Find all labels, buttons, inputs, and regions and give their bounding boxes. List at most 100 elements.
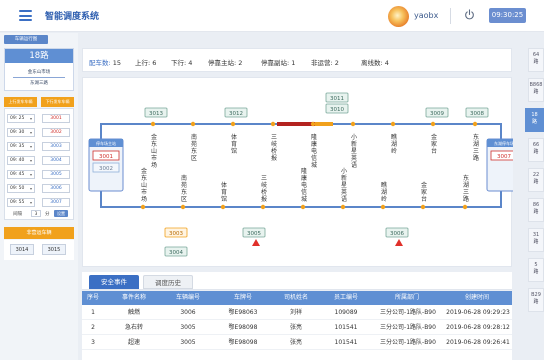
- bus-input[interactable]: 3001: [42, 114, 70, 123]
- col-index: 序号: [86, 294, 99, 301]
- divider: [450, 8, 451, 24]
- schedule-list: 09: 25 ▾ 3001 09: 30 ▾ 3002 09: 35 ▾ 3003 0…: [4, 108, 74, 220]
- main-station-title: 停车场主站: [96, 140, 116, 146]
- down-bus-number: 3004: [169, 250, 183, 256]
- bus-input[interactable]: 3003: [42, 142, 70, 151]
- cell-created: 2019-06-28 09:28:12: [446, 324, 510, 331]
- route-tab[interactable]: 66 路: [528, 138, 544, 162]
- stop-dot: [420, 204, 426, 210]
- route-destination: 东湖三路: [30, 81, 48, 86]
- nonop-header: 非营运车辆: [4, 227, 74, 239]
- sub-station-title: 东湖停车场: [494, 140, 513, 146]
- up-stop-label: 瞧湖岭: [391, 133, 397, 155]
- nonop-bus[interactable]: 3015: [42, 244, 66, 255]
- interval-set-button[interactable]: 设置: [54, 210, 68, 217]
- route-tab[interactable]: 22 路: [528, 168, 544, 192]
- table-row[interactable]: 2 急右转 3005 鄂E98098 张亮 101541 三分公司-1路队-B9…: [82, 321, 512, 335]
- route-tabs: 64 路 B868 路 18 路 66 路 22 路 86 路 31 路 5 路 B29 路: [525, 48, 544, 360]
- down-stop-label: 体育馆: [221, 181, 227, 203]
- cell-department: 三分公司-1路队-B90: [380, 339, 436, 346]
- up-stop-label: 南苑东区: [191, 133, 197, 162]
- route-tab[interactable]: B29 路: [528, 288, 544, 312]
- down-stop-label: 南苑东区: [181, 174, 187, 203]
- time-select[interactable]: 09: 25 ▾: [7, 114, 35, 123]
- schedule-row: 09: 30 ▾ 3002: [5, 126, 73, 139]
- nonop-bus[interactable]: 3014: [10, 244, 34, 255]
- cell-driver: 张亮: [289, 324, 302, 331]
- stop-dot: [140, 204, 146, 210]
- route-tab[interactable]: 5路: [528, 258, 544, 282]
- up-bus-number: 3012: [229, 111, 243, 117]
- stat-sub-station: 停靠副站: 1: [261, 59, 296, 67]
- main-station-bus-number: 3001: [99, 154, 113, 160]
- avatar[interactable]: [388, 6, 409, 27]
- schedule-row: 09: 55 ▾ 3007: [5, 196, 73, 209]
- route-arrow: [13, 77, 65, 78]
- cell-vehicle: 3006: [180, 309, 196, 316]
- stop-dot: [180, 204, 186, 210]
- cell-event: 触燃: [127, 309, 140, 316]
- power-icon[interactable]: [464, 9, 475, 20]
- bus-input[interactable]: 3006: [42, 184, 70, 193]
- down-bus-number: 3005: [247, 231, 261, 237]
- cell-index: 1: [91, 309, 95, 316]
- interval-unit: 分: [45, 212, 50, 217]
- col-employee: 员工编号: [333, 294, 358, 301]
- run-chart-tag[interactable]: 车辆运行图: [4, 35, 48, 44]
- down-stop-label: 瞧湖岭: [381, 181, 387, 203]
- route-tab[interactable]: 86 路: [528, 198, 544, 222]
- cell-created: 2019-06-28 09:29:23: [446, 309, 510, 316]
- sub-station-bus-number: 3007: [497, 154, 511, 160]
- bus-input[interactable]: 3004: [42, 156, 70, 165]
- bus-input[interactable]: 3005: [42, 170, 70, 179]
- stat-down: 下行: 4: [171, 59, 193, 67]
- time-select[interactable]: 09: 40 ▾: [7, 156, 35, 165]
- interval-input[interactable]: 3: [31, 210, 41, 217]
- table-row[interactable]: 3 超速 3005 鄂E98098 张亮 101541 三分公司-1路队-B90…: [82, 336, 512, 350]
- cell-created: 2019-06-28 09:26:41: [446, 339, 510, 346]
- time-select[interactable]: 09: 55 ▾: [7, 198, 35, 207]
- cell-employee: 101541: [334, 324, 358, 331]
- cell-department: 三分公司-1路队-B90: [380, 324, 436, 331]
- cell-driver: 张亮: [289, 339, 302, 346]
- time-select[interactable]: 09: 45 ▾: [7, 170, 35, 179]
- table-row[interactable]: 1 触燃 3006 鄂E98063 刘祥 109089 三分公司-1路队-B90…: [82, 306, 512, 320]
- schedule-row: 09: 50 ▾ 3006: [5, 182, 73, 195]
- nonop-list: 3014 3015: [4, 240, 74, 260]
- tab-safety-events[interactable]: 安全事件: [89, 275, 139, 289]
- schedule-row: 09: 45 ▾ 3005: [5, 168, 73, 181]
- bus-input[interactable]: 3007: [42, 198, 70, 207]
- up-bus-number: 3009: [430, 111, 444, 117]
- username[interactable]: yaobx: [414, 11, 438, 20]
- route-tab[interactable]: 18 路: [525, 108, 544, 132]
- stop-dot: [340, 204, 346, 210]
- stop-dot: [220, 204, 226, 210]
- stat-main-station: 停靠主站: 2: [208, 59, 243, 67]
- route-card: 18路 金东山市场 东湖三路: [4, 48, 74, 91]
- alert-icon: [395, 239, 403, 246]
- down-departure-header: 下行发车车辆: [41, 97, 74, 107]
- cell-plate: 鄂E98098: [228, 339, 258, 346]
- route-tab[interactable]: B868 路: [528, 78, 544, 102]
- up-stop-label: 金东山市场: [151, 133, 157, 169]
- time-select[interactable]: 09: 50 ▾: [7, 184, 35, 193]
- up-stop-label: 体育馆: [231, 133, 237, 155]
- cell-vehicle: 3005: [180, 339, 196, 346]
- top-bar: 智能调度系统 yaobx 09:30:25: [0, 0, 544, 32]
- stop-dot: [310, 121, 316, 127]
- stop-dot: [462, 204, 468, 210]
- tab-dispatch-history[interactable]: 调度历史: [143, 275, 193, 289]
- alert-icon: [252, 239, 260, 246]
- stop-dot: [300, 204, 306, 210]
- time-select[interactable]: 09: 30 ▾: [7, 128, 35, 137]
- time-select[interactable]: 09: 35 ▾: [7, 142, 35, 151]
- cell-vehicle: 3005: [180, 324, 196, 331]
- route-tab[interactable]: 31 路: [528, 228, 544, 252]
- route-tab[interactable]: 64 路: [528, 48, 544, 72]
- menu-icon[interactable]: [19, 10, 32, 21]
- bus-input[interactable]: 3002: [42, 128, 70, 137]
- up-stop-label: 三岐桥报: [271, 134, 277, 162]
- col-department: 所属部门: [394, 294, 419, 301]
- schedule-row: 09: 35 ▾ 3003: [5, 140, 73, 153]
- cell-driver: 刘祥: [289, 309, 302, 316]
